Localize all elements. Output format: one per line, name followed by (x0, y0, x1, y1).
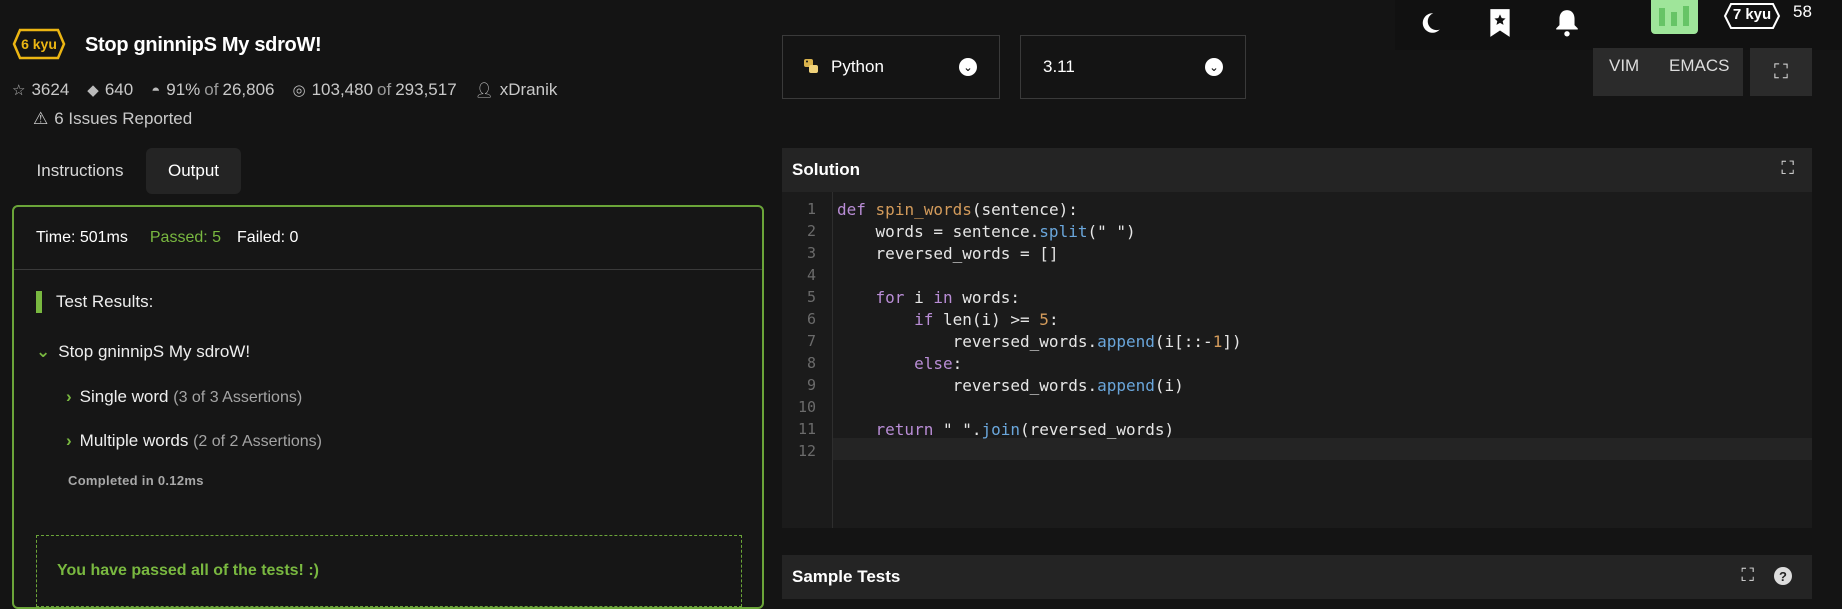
kata-stats: ☆ 3624 ◆ 640 ◓ 91% of 26,806 ◎ 103,480 of 293,51… (12, 80, 575, 100)
satisfaction-total: 26,806 (222, 80, 275, 99)
test-results-title: Test Results: (36, 291, 153, 313)
test-item[interactable]: › Multiple words (2 of 2 Assertions) (66, 431, 322, 451)
line-gutter: 1 2 3 4 5 6 7 8 9 10 11 12 (782, 192, 833, 528)
stars-stat[interactable]: ☆ 3624 (12, 80, 69, 100)
vim-button[interactable]: VIM (1609, 56, 1639, 76)
line-number: 1 (806, 200, 816, 218)
test-group-label: Stop gninnipS My sdroW! (58, 342, 251, 361)
pass-message-box: You have passed all of the tests! :) (36, 535, 742, 607)
line-number: 4 (806, 266, 816, 284)
line-number: 11 (797, 420, 816, 438)
collections-stat[interactable]: ◆ 640 (87, 80, 133, 100)
warning-icon: ⚠ (33, 109, 49, 128)
test-item-name: Multiple words (79, 431, 189, 450)
expand-icon[interactable]: ⛶ (1741, 565, 1754, 586)
language-select[interactable]: Python ⌄ (782, 35, 1000, 99)
code-line: words = sentence.split(" ") (837, 222, 1136, 241)
code-line: for i in words: (875, 288, 1021, 307)
layers-icon: ◆ (87, 82, 99, 99)
attempted-count: 293,517 (395, 80, 457, 99)
sample-tests-header: Sample Tests ⛶ ? (782, 555, 1812, 599)
output-panel: Time: 501ms Passed: 5 Failed: 0 Test Res… (12, 205, 764, 609)
eye-icon: ◓ (151, 81, 161, 99)
user-icon: 👤︎ (474, 82, 494, 99)
current-line-highlight (833, 438, 1812, 460)
collections-count: 640 (104, 80, 134, 99)
test-item-detail: (2 of 2 Assertions) (193, 433, 323, 450)
tab-instructions[interactable]: Instructions (20, 148, 140, 194)
issues-label: 6 Issues Reported (54, 109, 193, 128)
author-name: xDranik (499, 80, 558, 99)
kata-title[interactable]: Stop gninnipS My sdroW! (85, 34, 322, 57)
output-summary: Time: 501ms Passed: 5 Failed: 0 (14, 207, 762, 270)
line-number: 10 (797, 398, 816, 416)
failed-label: Failed: 0 (237, 229, 299, 246)
chevron-right-icon: › (66, 387, 72, 406)
solution-header: Solution ⛶ (782, 148, 1812, 192)
tab-output[interactable]: Output (146, 148, 241, 194)
test-item[interactable]: › Single word (3 of 3 Assertions) (66, 387, 302, 407)
expand-icon: ⛶ (1774, 60, 1788, 83)
satisfaction-of: of (204, 80, 219, 99)
test-group[interactable]: ⌄ Stop gninnipS My sdroW! (36, 342, 250, 362)
user-rank-badge[interactable]: 7 kyu (1723, 2, 1781, 29)
chevron-down-icon: ⌄ (959, 58, 977, 76)
satisfaction-stat: ◓ 91% of 26,806 (151, 80, 274, 100)
test-item-detail: (3 of 3 Assertions) (173, 389, 303, 406)
help-icon[interactable]: ? (1774, 567, 1792, 585)
version-selected: 3.11 (1043, 57, 1075, 76)
bell-icon[interactable] (1552, 8, 1582, 38)
line-number: 7 (806, 332, 816, 350)
test-item-name: Single word (79, 387, 169, 406)
line-number: 2 (806, 222, 816, 240)
python-icon (804, 59, 818, 73)
code-line: reversed_words = [] (837, 244, 1059, 263)
time-label: Time: 501ms (36, 229, 128, 246)
kata-rank-label: 6 kyu (21, 36, 57, 52)
code-line: reversed_words.append(i) (837, 376, 1184, 395)
completed-time: Completed in 0.12ms (68, 473, 204, 488)
target-icon: ◎ (292, 82, 306, 99)
moon-icon[interactable] (1415, 8, 1445, 38)
fullscreen-button[interactable]: ⛶ (1750, 48, 1812, 96)
avatar[interactable] (1651, 0, 1698, 34)
version-select[interactable]: 3.11 ⌄ (1020, 35, 1246, 99)
pass-message: You have passed all of the tests! :) (57, 562, 319, 579)
editor-mode-group: VIM EMACS (1593, 48, 1743, 96)
honor-score: 58 (1793, 2, 1812, 21)
bookmark-icon[interactable] (1485, 8, 1515, 38)
line-number: 12 (797, 442, 816, 460)
user-rank-label: 7 kyu (1732, 5, 1772, 23)
completed-stat: ◎ 103,480 of 293,517 (292, 80, 456, 100)
line-number: 9 (806, 376, 816, 394)
code-line: return " ".join(reversed_words) (875, 420, 1175, 439)
chevron-down-icon: ⌄ (1205, 58, 1223, 76)
code-line: def spin_words(sentence): (837, 200, 1078, 219)
passed-label: Passed: 5 (149, 229, 222, 246)
issues-link[interactable]: ⚠ 6 Issues Reported (33, 109, 192, 129)
line-number: 5 (806, 288, 816, 306)
solution-title: Solution (792, 160, 860, 179)
kata-rank-badge: 6 kyu (12, 28, 66, 60)
expand-icon[interactable]: ⛶ (1781, 158, 1794, 179)
completed-of: of (377, 80, 392, 99)
line-number: 3 (806, 244, 816, 262)
star-icon: ☆ (12, 82, 26, 99)
line-number: 6 (806, 310, 816, 328)
code-line: reversed_words.append(i[::-1]) (837, 332, 1242, 351)
sample-tests-title: Sample Tests (792, 567, 901, 586)
emacs-button[interactable]: EMACS (1669, 56, 1729, 76)
code-line: if len(i) >= 5: (914, 310, 1059, 329)
code-line: else: (914, 354, 963, 373)
language-selected: Python (831, 57, 884, 76)
line-number: 8 (806, 354, 816, 372)
top-nav-bar: 7 kyu 58 (1395, 0, 1842, 50)
completed-count: 103,480 (311, 80, 374, 99)
stars-count: 3624 (31, 80, 70, 99)
satisfaction-pct: 91% (166, 80, 201, 99)
author-stat[interactable]: 👤︎ xDranik (475, 80, 558, 100)
chevron-down-icon: ⌄ (36, 342, 51, 361)
solution-editor[interactable]: Solution ⛶ 1 2 3 4 5 6 7 8 9 10 11 12 de… (782, 148, 1812, 528)
chevron-right-icon: › (66, 431, 72, 450)
